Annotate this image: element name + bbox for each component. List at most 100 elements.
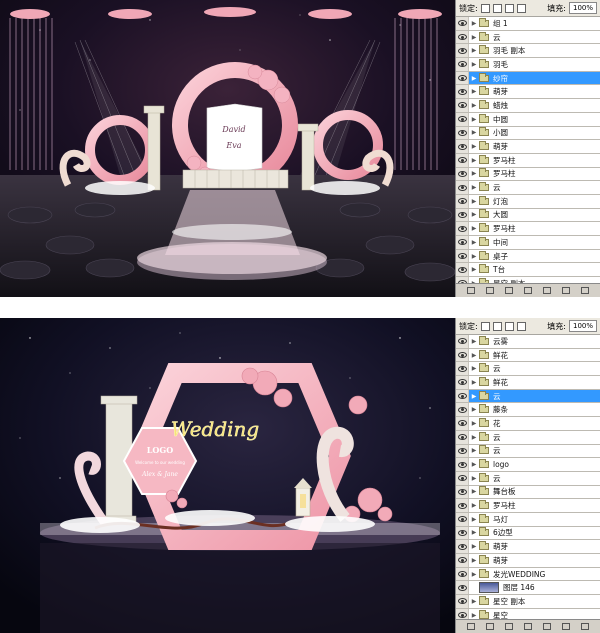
visibility-eye-icon[interactable] <box>456 99 469 112</box>
mask-icon[interactable] <box>505 623 513 630</box>
visibility-eye-icon[interactable] <box>456 595 469 608</box>
visibility-eye-icon[interactable] <box>456 567 469 581</box>
visibility-eye-icon[interactable] <box>456 17 469 30</box>
layer-row[interactable]: ▶ 云雾 <box>456 335 600 349</box>
visibility-eye-icon[interactable] <box>456 554 469 567</box>
visibility-eye-icon[interactable] <box>456 444 469 458</box>
layer-row[interactable]: ▶ 云 <box>456 471 600 486</box>
layer-row[interactable]: ▶ 小圆 <box>456 126 600 141</box>
visibility-eye-icon[interactable] <box>456 126 469 140</box>
visibility-eye-icon[interactable] <box>456 417 469 430</box>
visibility-eye-icon[interactable] <box>456 376 469 389</box>
expand-triangle-icon[interactable]: ▶ <box>469 211 479 218</box>
layer-row[interactable]: ▶ 藤条 <box>456 403 600 418</box>
visibility-eye-icon[interactable] <box>456 208 469 222</box>
visibility-eye-icon[interactable] <box>456 458 469 471</box>
lock-pixels-icon[interactable] <box>480 321 490 331</box>
new-group-icon[interactable] <box>543 623 551 630</box>
layer-row[interactable]: ▶ 云 <box>456 389 600 404</box>
visibility-eye-icon[interactable] <box>456 44 469 58</box>
layer-row[interactable]: ▶ 罗马柱 <box>456 222 600 236</box>
visibility-eye-icon[interactable] <box>456 540 469 553</box>
fill-input[interactable]: 100% <box>568 2 597 14</box>
fx-icon[interactable] <box>486 623 494 630</box>
layer-row[interactable]: ▶ 羽毛 副本 <box>456 44 600 59</box>
visibility-eye-icon[interactable] <box>456 348 469 362</box>
expand-triangle-icon[interactable]: ▶ <box>469 434 479 441</box>
fill-input[interactable]: 100% <box>568 320 597 332</box>
adjustment-icon[interactable] <box>524 623 532 630</box>
lock-all-icon[interactable] <box>516 3 526 13</box>
expand-triangle-icon[interactable]: ▶ <box>469 266 479 273</box>
expand-triangle-icon[interactable]: ▶ <box>469 88 479 95</box>
expand-triangle-icon[interactable]: ▶ <box>469 338 479 345</box>
visibility-eye-icon[interactable] <box>456 140 469 153</box>
expand-triangle-icon[interactable]: ▶ <box>469 198 479 205</box>
expand-triangle-icon[interactable]: ▶ <box>469 352 479 359</box>
expand-triangle-icon[interactable]: ▶ <box>469 571 479 578</box>
visibility-eye-icon[interactable] <box>456 485 469 499</box>
expand-triangle-icon[interactable]: ▶ <box>469 116 479 123</box>
mask-icon[interactable] <box>505 287 513 294</box>
expand-triangle-icon[interactable]: ▶ <box>469 61 479 68</box>
expand-triangle-icon[interactable]: ▶ <box>469 379 479 386</box>
expand-triangle-icon[interactable]: ▶ <box>469 75 479 82</box>
layer-row[interactable]: ▶ 鲜花 <box>456 348 600 363</box>
visibility-eye-icon[interactable] <box>456 512 469 526</box>
visibility-eye-icon[interactable] <box>456 222 469 235</box>
layer-row[interactable]: ▶ 灯泡 <box>456 194 600 209</box>
visibility-eye-icon[interactable] <box>456 112 469 126</box>
expand-triangle-icon[interactable]: ▶ <box>469 543 479 550</box>
link-icon[interactable] <box>467 623 475 630</box>
layer-row[interactable]: ▶ 花 <box>456 417 600 431</box>
layer-row[interactable]: ▶ 萌芽 <box>456 554 600 568</box>
expand-triangle-icon[interactable]: ▶ <box>469 461 479 468</box>
layer-row[interactable]: ▶ 舞台板 <box>456 485 600 500</box>
expand-triangle-icon[interactable]: ▶ <box>469 447 479 454</box>
visibility-eye-icon[interactable] <box>456 389 469 403</box>
visibility-eye-icon[interactable] <box>456 362 469 376</box>
visibility-eye-icon[interactable] <box>456 71 469 85</box>
layer-row[interactable]: ▶ 鲜花 <box>456 376 600 390</box>
expand-triangle-icon[interactable]: ▶ <box>469 393 479 400</box>
layer-row[interactable]: ▶ 中圆 <box>456 112 600 127</box>
layer-row[interactable]: ▶ 罗马柱 <box>456 167 600 182</box>
visibility-eye-icon[interactable] <box>456 581 469 595</box>
layer-row[interactable]: ▶ 大圆 <box>456 208 600 223</box>
expand-triangle-icon[interactable]: ▶ <box>469 365 479 372</box>
layer-row[interactable]: ▶ 萌芽 <box>456 85 600 100</box>
layer-row[interactable]: ▶ 马灯 <box>456 512 600 527</box>
visibility-eye-icon[interactable] <box>456 181 469 194</box>
visibility-eye-icon[interactable] <box>456 471 469 485</box>
expand-triangle-icon[interactable]: ▶ <box>469 129 479 136</box>
layer-row[interactable]: ▶ 罗马柱 <box>456 153 600 168</box>
layer-row[interactable]: ▶ 云 <box>456 430 600 445</box>
layer-row[interactable]: ▶ logo <box>456 458 600 472</box>
expand-triangle-icon[interactable]: ▶ <box>469 157 479 164</box>
layer-row[interactable]: ▶ 纱帘 <box>456 71 600 86</box>
adjustment-icon[interactable] <box>524 287 532 294</box>
layer-row[interactable]: ▶ 发光WEDDING <box>456 567 600 582</box>
expand-triangle-icon[interactable]: ▶ <box>469 516 479 523</box>
new-layer-icon[interactable] <box>562 623 570 630</box>
expand-triangle-icon[interactable]: ▶ <box>469 557 479 564</box>
expand-triangle-icon[interactable]: ▶ <box>469 420 479 427</box>
expand-triangle-icon[interactable]: ▶ <box>469 34 479 41</box>
layer-row[interactable]: ▶ 云 <box>456 444 600 459</box>
layer-row[interactable]: ▶ 罗马柱 <box>456 499 600 513</box>
lock-pixels-icon[interactable] <box>480 3 490 13</box>
visibility-eye-icon[interactable] <box>456 335 469 348</box>
new-layer-icon[interactable] <box>562 287 570 294</box>
layer-row[interactable]: ▶ 蜡烛 <box>456 99 600 113</box>
expand-triangle-icon[interactable]: ▶ <box>469 475 479 482</box>
lock-move-icon[interactable] <box>504 321 514 331</box>
expand-triangle-icon[interactable]: ▶ <box>469 170 479 177</box>
layer-row[interactable]: 图层 146 <box>456 581 600 596</box>
visibility-eye-icon[interactable] <box>456 236 469 249</box>
visibility-eye-icon[interactable] <box>456 403 469 417</box>
visibility-eye-icon[interactable] <box>456 430 469 444</box>
layer-row[interactable]: ▶ 云 <box>456 181 600 195</box>
layer-row[interactable]: ▶ 萌芽 <box>456 140 600 154</box>
visibility-eye-icon[interactable] <box>456 85 469 99</box>
fx-icon[interactable] <box>486 287 494 294</box>
